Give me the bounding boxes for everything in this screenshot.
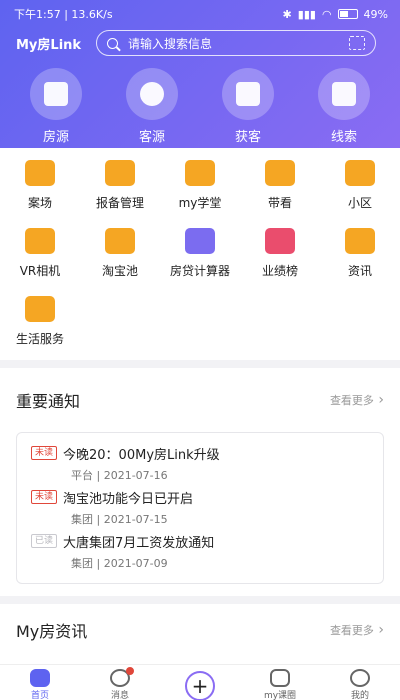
- profile-icon: [350, 669, 370, 687]
- briefcase-icon: [105, 160, 135, 186]
- tab-mine[interactable]: 我的: [320, 669, 400, 700]
- clipboard-icon: [222, 68, 274, 120]
- tab-messages[interactable]: 消息: [80, 667, 160, 700]
- grid-item-pool[interactable]: 淘宝池: [80, 224, 160, 292]
- grid-item-news[interactable]: 资讯: [320, 224, 400, 292]
- news-header: My房资讯 查看更多: [0, 604, 400, 656]
- network-speed: 13.6K/s: [71, 8, 113, 21]
- home-icon: [30, 669, 50, 687]
- quick-nav-clients[interactable]: 客源: [112, 68, 192, 145]
- search-icon: [107, 37, 118, 49]
- wifi-icon: ◠: [321, 7, 332, 21]
- grid-item-viewing[interactable]: 带看: [240, 156, 320, 224]
- search-bar[interactable]: 请输入搜索信息: [96, 30, 376, 56]
- calculator-icon: [185, 228, 215, 254]
- document-icon: [345, 228, 375, 254]
- search-placeholder: 请输入搜索信息: [128, 36, 213, 51]
- grid-item-school[interactable]: my学堂: [160, 156, 240, 224]
- home-heart-icon: [25, 296, 55, 322]
- person-icon: [126, 68, 178, 120]
- newspaper-icon: [318, 68, 370, 120]
- tab-add[interactable]: +: [160, 669, 240, 700]
- read-badge: 已读: [31, 534, 58, 548]
- status-left: 下午1:57 | 13.6K/s: [14, 8, 113, 21]
- notification-dot: [126, 667, 134, 675]
- unread-badge: 未读: [31, 446, 58, 460]
- news-more-link[interactable]: 查看更多: [330, 622, 384, 638]
- quick-nav: 房源 客源 获客 线索: [0, 68, 400, 145]
- notice-card: 未读 今晚20：00My房Link升级 平台 | 2021-07-16 未读 淘…: [16, 432, 384, 584]
- quick-nav-listings[interactable]: 房源: [16, 68, 96, 145]
- grid-item-community[interactable]: 小区: [320, 156, 400, 224]
- news-title: My房资讯: [16, 622, 88, 641]
- circle-icon: [270, 669, 290, 687]
- notice-item-title: 大唐集团7月工资发放通知: [63, 535, 215, 551]
- bluetooth-icon: ✱: [282, 7, 292, 21]
- notice-section: 重要通知 查看更多 未读 今晚20：00My房Link升级 平台 | 2021-…: [0, 368, 400, 596]
- notice-header: 重要通知 查看更多: [0, 368, 400, 432]
- notice-more-link[interactable]: 查看更多: [330, 392, 384, 408]
- grid-item-ranking[interactable]: 业绩榜: [240, 224, 320, 292]
- notice-item-title: 今晚20：00My房Link升级: [63, 447, 220, 463]
- grid-item-report[interactable]: 报备管理: [80, 156, 160, 224]
- podium-icon: [265, 228, 295, 254]
- feature-grid: 案场 报备管理 my学堂 带看 小区 VR相机 淘宝池 房贷计算器 业绩榜 资讯…: [0, 148, 400, 360]
- battery-level: 49%: [363, 7, 388, 21]
- community-icon: [345, 160, 375, 186]
- building-icon: [30, 68, 82, 120]
- grid-item-vr-camera[interactable]: VR相机: [0, 224, 80, 292]
- notice-item[interactable]: 未读 今晚20：00My房Link升级 平台 | 2021-07-16: [31, 441, 369, 485]
- unread-badge: 未读: [31, 490, 58, 504]
- grid-item-life-service[interactable]: 生活服务: [0, 292, 80, 360]
- grid-item-calculator[interactable]: 房贷计算器: [160, 224, 240, 292]
- top-bar: My房Link 请输入搜索信息: [0, 28, 400, 58]
- quick-nav-leads[interactable]: 线索: [304, 68, 384, 145]
- notice-item[interactable]: 未读 淘宝池功能今日已开启 集团 | 2021-07-15: [31, 485, 369, 529]
- header: 下午1:57 | 13.6K/s ✱ ▮▮▮ ◠ 49% My房Link 请输入…: [0, 0, 400, 148]
- quick-nav-acquire[interactable]: 获客: [208, 68, 288, 145]
- camera-icon: [25, 228, 55, 254]
- scan-icon[interactable]: [349, 36, 365, 50]
- layers-icon: [25, 160, 55, 186]
- notice-item-meta: 集团 | 2021-07-09: [71, 556, 168, 570]
- notice-item[interactable]: 已读 大唐集团7月工资发放通知 集团 | 2021-07-09: [31, 529, 369, 573]
- tab-circle[interactable]: my课圈: [240, 669, 320, 700]
- tab-home[interactable]: 首页: [0, 669, 80, 700]
- app-brand: My房Link: [16, 37, 82, 53]
- plus-icon: +: [185, 671, 215, 700]
- notice-title: 重要通知: [16, 392, 81, 411]
- notice-item-title: 淘宝池功能今日已开启: [63, 491, 194, 507]
- signal-icon: ▮▮▮: [297, 7, 316, 21]
- bottom-tab-bar: 首页 消息 + my课圈 我的: [0, 664, 400, 700]
- news-section: My房资讯 查看更多: [0, 604, 400, 664]
- pool-icon: [105, 228, 135, 254]
- battery-icon: [337, 9, 358, 19]
- notice-item-meta: 集团 | 2021-07-15: [71, 512, 168, 526]
- eye-icon: [265, 160, 295, 186]
- status-right: ✱ ▮▮▮ ◠ 49%: [283, 8, 388, 21]
- notice-item-meta: 平台 | 2021-07-16: [71, 468, 168, 482]
- grid-item-project[interactable]: 案场: [0, 156, 80, 224]
- status-time: 下午1:57: [14, 8, 61, 21]
- status-bar: 下午1:57 | 13.6K/s ✱ ▮▮▮ ◠ 49%: [0, 0, 400, 28]
- graduation-cap-icon: [185, 160, 215, 186]
